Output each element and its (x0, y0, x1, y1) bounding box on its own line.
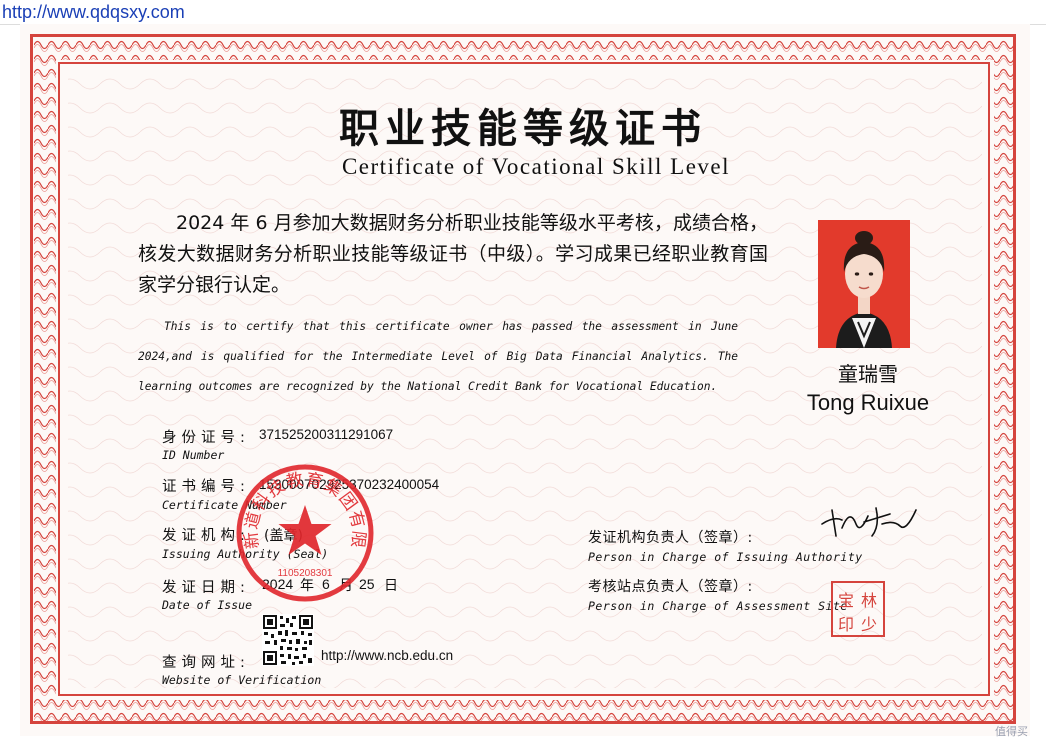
site-url-link[interactable]: http://www.qdqsxy.com (2, 2, 185, 23)
browser-bar: http://www.qdqsxy.com (0, 0, 1046, 25)
holder-name-english: Tong Ruixue (806, 390, 930, 415)
stamp-char-1: 宝 (838, 591, 855, 610)
website-label: 查询网址: (162, 655, 250, 671)
stamp-char-2: 林 (861, 591, 878, 610)
site-person-label: 考核站点负责人（签章）: (588, 579, 753, 595)
site-stamp: 宝 林 印 少 (831, 581, 885, 637)
company-seal: 北京新道科技教育集团有限公司 1105208301 (230, 458, 374, 602)
authority-signature (821, 507, 917, 537)
authority-person-label: 发证机构负责人（签章）: (588, 530, 753, 546)
website-link[interactable]: http://www.ncb.edu.cn (321, 648, 453, 663)
seal-code: 1105208301 (278, 568, 333, 579)
holder-photo (818, 220, 910, 348)
website-label-en: Website of Verification (162, 673, 322, 687)
authority-person-label-en: Person in Charge of Issuing Authority (588, 550, 863, 564)
statement-chinese-text: 2024 年 6 月参加大数据财务分析职业技能等级水平考核，成绩合格，核发大数据… (138, 212, 768, 296)
watermark: 值得买 (995, 726, 1028, 738)
qr-code (262, 614, 314, 666)
statement-english-text: This is to certify that this certificate… (138, 320, 738, 393)
id-number-value: 371525200311291067 (259, 427, 394, 442)
issue-day-unit: 日 (384, 578, 398, 594)
title-chinese: 职业技能等级证书 (339, 105, 707, 152)
site-person-label-en: Person in Charge of Assessment Site (588, 599, 848, 613)
id-number-label: 身份证号: (162, 430, 250, 446)
statement-chinese: 2024 年 6 月参加大数据财务分析职业技能等级水平考核，成绩合格，核发大数据… (138, 208, 768, 301)
stamp-char-4: 少 (861, 615, 878, 634)
stamp-char-3: 印 (838, 615, 855, 634)
title-english: Certificate of Vocational Skill Level (341, 154, 731, 179)
statement-english: This is to certify that this certificate… (138, 312, 738, 402)
id-number-label-en: ID Number (162, 448, 225, 462)
holder-name-chinese: 童瑞雪 (838, 362, 898, 386)
